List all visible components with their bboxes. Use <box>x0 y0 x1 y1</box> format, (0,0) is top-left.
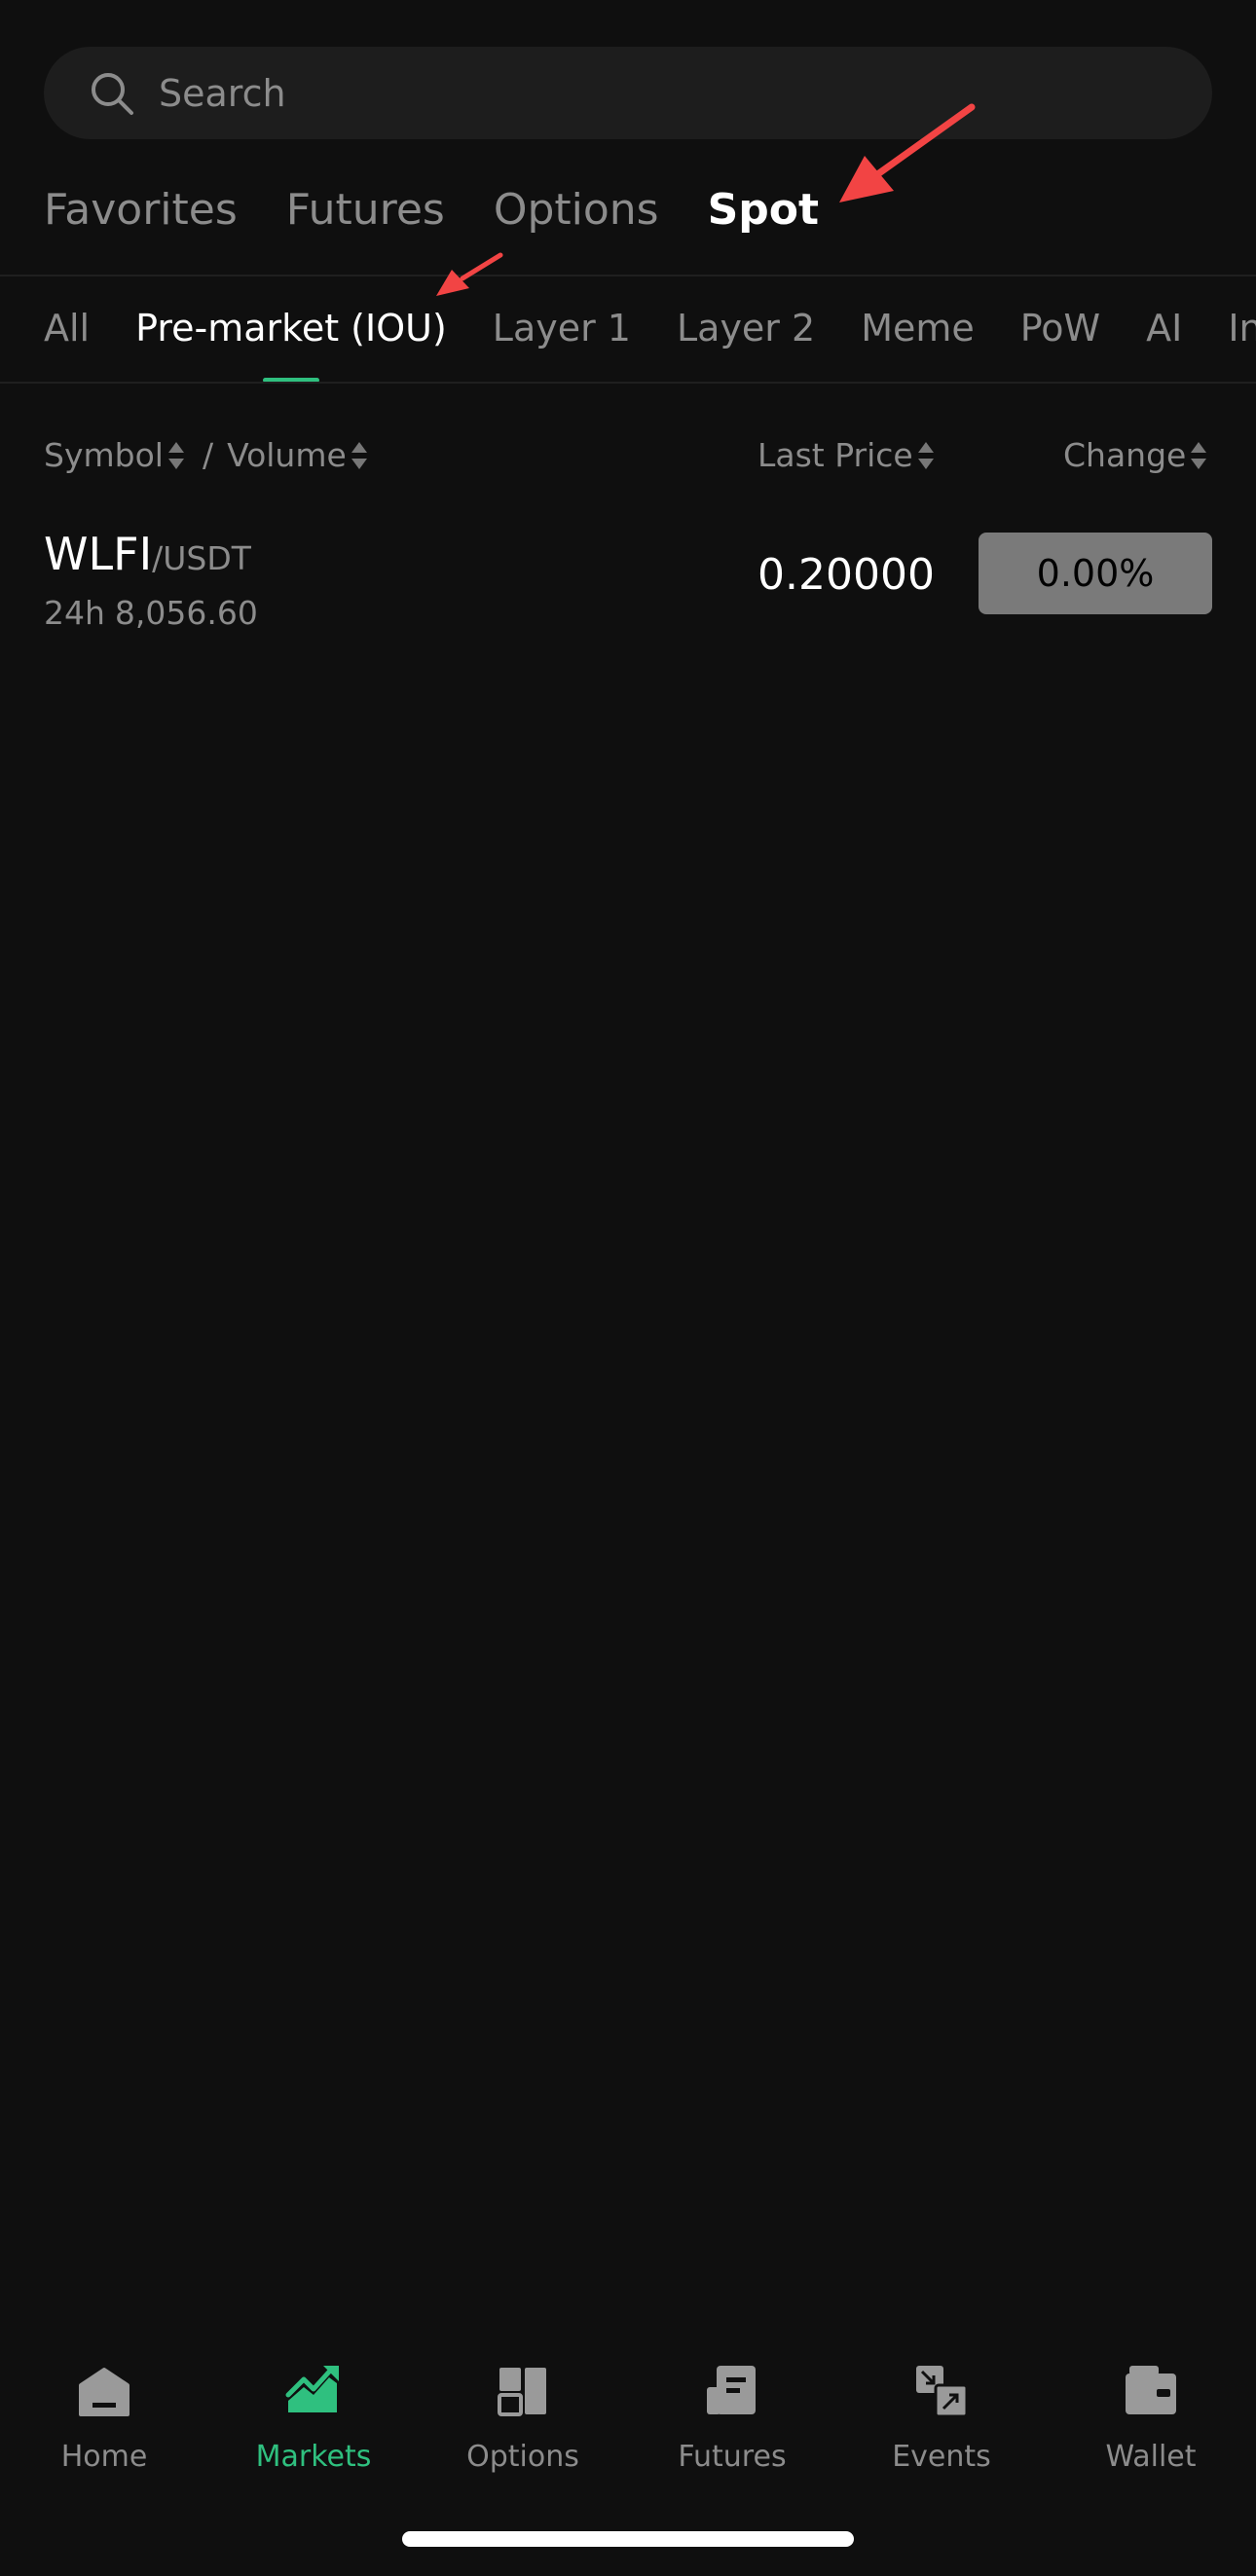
sort-symbol-button[interactable]: Symbol <box>44 436 185 474</box>
change-badge[interactable]: 0.00% <box>979 533 1212 614</box>
home-icon <box>79 2368 129 2416</box>
symbol-base: WLFI <box>44 528 153 580</box>
category-tab-ai[interactable]: AI <box>1146 307 1182 350</box>
chart-trend-icon <box>285 2366 339 2412</box>
options-icon <box>498 2368 546 2416</box>
nav-label: Home <box>60 2440 148 2474</box>
tab-spot[interactable]: Spot <box>708 185 819 235</box>
nav-label: Futures <box>678 2440 787 2474</box>
search-input[interactable] <box>153 47 1177 139</box>
tab-options[interactable]: Options <box>494 185 659 235</box>
category-tab-pow[interactable]: PoW <box>1020 307 1100 350</box>
category-tab-layer-1[interactable]: Layer 1 <box>493 307 631 350</box>
category-tab-all[interactable]: All <box>44 307 90 350</box>
sort-icon <box>917 440 935 471</box>
category-tab-label: Pre-market (IOU) <box>135 307 447 350</box>
events-icon <box>916 2366 969 2418</box>
nav-home[interactable]: Home <box>7 2337 202 2474</box>
last-price: 0.20000 <box>757 550 935 600</box>
search-icon <box>92 73 133 115</box>
column-separator: / <box>202 436 214 474</box>
volume-value: 8,056.60 <box>114 594 258 632</box>
tab-favorites[interactable]: Favorites <box>44 185 238 235</box>
annotation-arrows <box>436 103 976 296</box>
main-tabs: Favorites Futures Options Spot <box>44 175 868 243</box>
sort-last-price-button[interactable]: Last Price <box>757 436 935 474</box>
sort-icon <box>351 440 368 471</box>
sort-icon <box>1190 440 1207 471</box>
category-divider <box>0 382 1256 384</box>
search-bar[interactable] <box>44 47 1212 139</box>
nav-markets[interactable]: Markets <box>216 2337 411 2474</box>
nav-wallet[interactable]: Wallet <box>1053 2337 1248 2474</box>
nav-options[interactable]: Options <box>425 2337 620 2474</box>
home-indicator[interactable] <box>402 2531 854 2547</box>
category-tabs: All Pre-market (IOU) Layer 1 Layer 2 Mem… <box>0 275 1256 382</box>
nav-futures[interactable]: Futures <box>635 2337 830 2474</box>
column-volume-label: Volume <box>227 436 347 474</box>
market-row[interactable]: WLFI/USDT 24h 8,056.60 0.20000 0.00% <box>44 516 1212 652</box>
nav-events[interactable]: Events <box>844 2337 1039 2474</box>
nav-label: Events <box>892 2440 991 2474</box>
category-tab-meme[interactable]: Meme <box>861 307 975 350</box>
column-last-price-label: Last Price <box>757 436 913 474</box>
column-symbol-label: Symbol <box>44 436 164 474</box>
tab-futures[interactable]: Futures <box>286 185 445 235</box>
sort-change-button[interactable]: Change <box>1063 436 1207 474</box>
volume-prefix: 24h <box>44 594 105 632</box>
symbol-quote: /USDT <box>152 539 251 577</box>
category-tab-inf[interactable]: Inf <box>1228 307 1256 350</box>
column-header-symbol-volume: Symbol / Volume <box>44 436 368 474</box>
symbol-pair: WLFI/USDT <box>44 528 251 580</box>
category-tab-layer-2[interactable]: Layer 2 <box>677 307 815 350</box>
futures-doc-icon <box>707 2366 756 2414</box>
nav-label: Markets <box>255 2440 372 2474</box>
column-change-label: Change <box>1063 436 1187 474</box>
volume-24h: 24h 8,056.60 <box>44 594 258 632</box>
nav-label: Wallet <box>1105 2440 1197 2474</box>
sort-volume-button[interactable]: Volume <box>227 436 368 474</box>
category-tab-pre-market[interactable]: Pre-market (IOU) <box>135 307 447 382</box>
sort-icon <box>167 440 185 471</box>
wallet-icon <box>1126 2366 1176 2414</box>
nav-label: Options <box>466 2440 579 2474</box>
bottom-nav: Home Markets Options Futures Events Wall… <box>0 2337 1256 2492</box>
